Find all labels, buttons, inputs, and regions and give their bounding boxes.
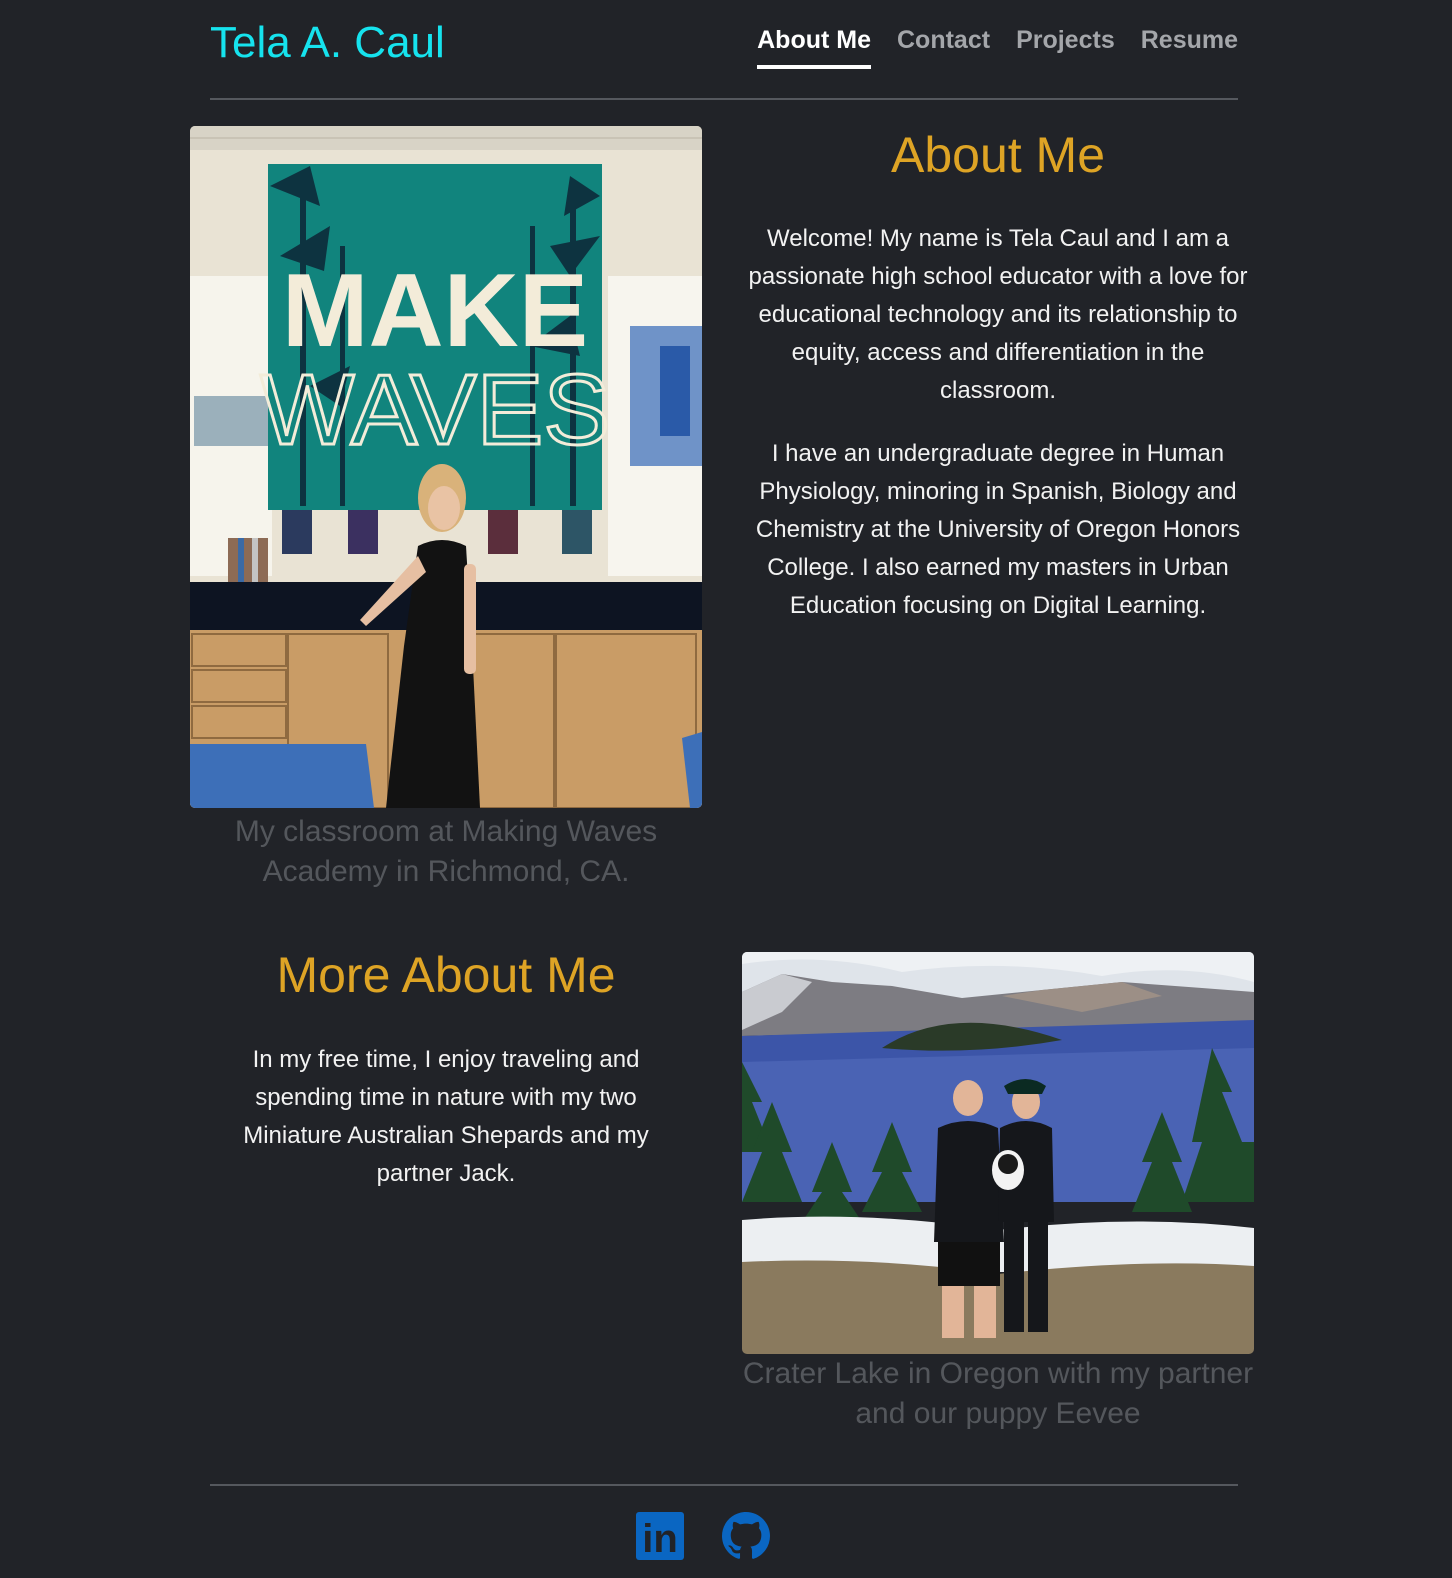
github-link[interactable]	[722, 1512, 770, 1560]
nav-projects[interactable]: Projects	[1016, 26, 1115, 69]
footer-divider	[210, 1484, 1238, 1486]
nav-contact[interactable]: Contact	[897, 26, 990, 69]
about-paragraph-1: Welcome! My name is Tela Caul and I am a…	[748, 225, 1248, 404]
classroom-photo-caption: My classroom at Making Waves Academy in …	[234, 815, 658, 888]
about-me-title: About Me	[890, 127, 1105, 183]
about-paragraph-2: I have an undergraduate degree in Human …	[755, 440, 1241, 619]
banner-text-make: MAKE	[282, 253, 588, 369]
linkedin-icon: in	[636, 1512, 684, 1561]
banner-text-waves: WAVES	[260, 354, 610, 466]
more-about-paragraph: In my free time, I enjoy traveling and s…	[243, 1046, 649, 1187]
more-about-me-title: More About Me	[276, 947, 616, 1003]
brand-logo-link[interactable]: Tela A. Caul	[210, 18, 445, 68]
github-icon	[722, 1512, 770, 1559]
linkedin-link[interactable]: in	[636, 1512, 684, 1561]
crater-lake-photo	[742, 952, 1254, 1354]
site-header: Tela A. Caul About Me Contact Projects R…	[210, 0, 1238, 100]
main-nav: About Me Contact Projects Resume	[757, 26, 1238, 69]
svg-text:in: in	[642, 1517, 678, 1560]
classroom-photo: MAKE WAVES	[190, 126, 702, 808]
nav-about-me[interactable]: About Me	[757, 26, 871, 69]
nav-resume[interactable]: Resume	[1141, 26, 1238, 69]
classroom-illustration: MAKE WAVES	[190, 126, 702, 808]
crater-lake-photo-caption: Crater Lake in Oregon with my partner an…	[742, 1357, 1254, 1430]
crater-lake-illustration	[742, 952, 1254, 1354]
